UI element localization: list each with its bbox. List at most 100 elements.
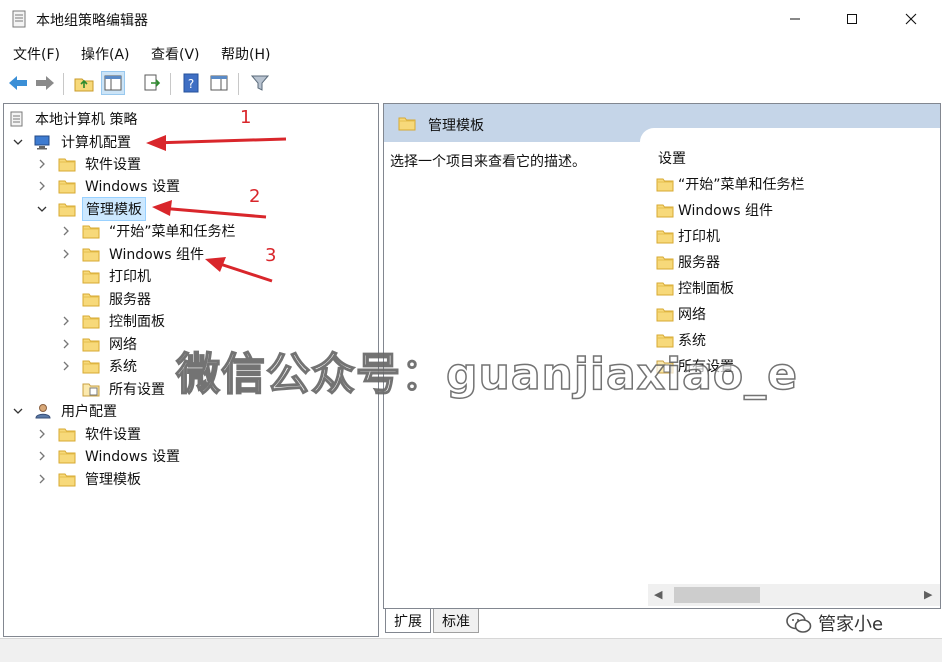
policy-document-icon — [12, 10, 26, 28]
tree-control-panel[interactable]: 控制面板 — [60, 310, 168, 332]
tree-network[interactable]: 网络 — [60, 333, 140, 355]
tree-windows-settings[interactable]: Windows 设置 — [36, 175, 183, 197]
filter-button[interactable] — [248, 71, 272, 95]
tree-root-label: 本地计算机 策略 — [35, 112, 138, 128]
folder-icon — [82, 313, 100, 329]
folder-icon — [656, 202, 674, 218]
close-icon — [905, 13, 917, 25]
show-hide-tree-icon — [104, 75, 122, 91]
export-list-icon — [144, 74, 161, 91]
chevron-down-icon[interactable] — [12, 136, 24, 148]
tree-label: “开始”菜单和任务栏 — [109, 224, 236, 240]
folder-icon — [656, 228, 674, 244]
folder-icon — [82, 246, 100, 262]
chevron-down-icon[interactable] — [12, 405, 24, 417]
horizontal-scrollbar[interactable]: ◀ ▶ — [648, 584, 940, 606]
tree-admin-templates[interactable]: 管理模板 — [36, 197, 146, 221]
list-item[interactable]: 网络 — [656, 303, 706, 325]
tree-label: 打印机 — [109, 269, 151, 285]
minimize-button[interactable] — [772, 0, 818, 38]
chevron-right-icon[interactable] — [60, 225, 72, 237]
tree-label: 软件设置 — [85, 427, 141, 443]
folder-icon — [58, 448, 76, 464]
tree-computer-config[interactable]: 计算机配置 — [12, 131, 134, 153]
chevron-right-icon[interactable] — [60, 338, 72, 350]
tree-windows-components[interactable]: Windows 组件 — [60, 243, 207, 265]
scroll-right-icon[interactable]: ▶ — [924, 588, 932, 601]
minimize-icon — [790, 18, 800, 20]
list-item-label: “开始”菜单和任务栏 — [678, 177, 805, 193]
tree-user-admin-templates[interactable]: 管理模板 — [36, 468, 144, 490]
list-item[interactable]: “开始”菜单和任务栏 — [656, 173, 805, 195]
list-item-label: 打印机 — [678, 229, 720, 245]
tree-label: Windows 组件 — [109, 247, 204, 263]
menu-view[interactable]: 查看(V) — [151, 44, 200, 64]
tree-label: 网络 — [109, 337, 137, 353]
tree-start-menu[interactable]: “开始”菜单和任务栏 — [60, 220, 239, 242]
annotation-number: 1 — [240, 107, 252, 128]
watermark-text: 微信公众号：guanjiaxiao_e — [175, 348, 798, 401]
folder-icon — [58, 471, 76, 487]
scroll-thumb[interactable] — [674, 587, 760, 603]
chevron-right-icon[interactable] — [36, 180, 48, 192]
tree-server[interactable]: 服务器 — [82, 288, 154, 310]
folder-icon — [656, 254, 674, 270]
up-level-button[interactable] — [72, 71, 96, 95]
tab-extended[interactable]: 扩展 — [385, 609, 431, 633]
description-text: 选择一个项目来查看它的描述。 — [390, 154, 586, 170]
properties-button[interactable] — [207, 71, 231, 95]
maximize-button[interactable] — [829, 0, 875, 38]
folder-icon — [398, 115, 416, 131]
tree-system[interactable]: 系统 — [60, 355, 140, 377]
chevron-right-icon[interactable] — [36, 450, 48, 462]
tree-printers[interactable]: 打印机 — [82, 265, 154, 287]
maximize-icon — [847, 14, 857, 24]
folder-icon — [58, 178, 76, 194]
list-item-label: 控制面板 — [678, 281, 734, 297]
list-item[interactable]: 服务器 — [656, 251, 720, 273]
toolbar: ? — [0, 67, 942, 101]
tree-user-config[interactable]: 用户配置 — [12, 400, 120, 422]
tab-standard-label: 标准 — [442, 613, 470, 630]
chevron-right-icon[interactable] — [60, 315, 72, 327]
column-header-setting[interactable]: 设置 — [658, 148, 686, 168]
tree-label: 用户配置 — [61, 404, 117, 420]
details-title: 管理模板 — [428, 118, 484, 134]
list-item[interactable]: Windows 组件 — [656, 199, 773, 221]
tree-user-software-settings[interactable]: 软件设置 — [36, 423, 144, 445]
close-button[interactable] — [888, 0, 934, 38]
brand-name: 管家小e — [818, 614, 884, 635]
tree-software-settings[interactable]: 软件设置 — [36, 153, 144, 175]
status-bar — [0, 638, 942, 662]
export-list-button[interactable] — [140, 71, 164, 95]
folder-icon — [82, 358, 100, 374]
menu-action[interactable]: 操作(A) — [81, 44, 130, 64]
tab-standard[interactable]: 标准 — [433, 609, 479, 633]
chevron-right-icon[interactable] — [60, 248, 72, 260]
svg-text:?: ? — [188, 77, 194, 91]
list-item[interactable]: 控制面板 — [656, 277, 734, 299]
list-item-label: Windows 组件 — [678, 203, 773, 219]
back-button[interactable] — [6, 71, 30, 95]
help-button[interactable]: ? — [179, 71, 203, 95]
menu-bar: 文件(F) 操作(A) 查看(V) 帮助(H) — [0, 40, 942, 66]
menu-help[interactable]: 帮助(H) — [221, 44, 270, 64]
chevron-right-icon[interactable] — [36, 473, 48, 485]
chevron-down-icon[interactable] — [36, 203, 48, 215]
list-item[interactable]: 打印机 — [656, 225, 720, 247]
tree-user-windows-settings[interactable]: Windows 设置 — [36, 445, 183, 467]
tree-all-settings[interactable]: 所有设置 — [82, 378, 168, 400]
forward-button[interactable] — [33, 71, 57, 95]
show-hide-tree-button[interactable] — [101, 71, 125, 95]
annotation-number: 3 — [265, 245, 277, 266]
computer-icon — [34, 135, 50, 150]
chevron-right-icon[interactable] — [60, 360, 72, 372]
chevron-right-icon[interactable] — [36, 428, 48, 440]
tree-label: 计算机配置 — [61, 135, 131, 151]
folder-icon — [82, 336, 100, 352]
menu-file[interactable]: 文件(F) — [13, 44, 60, 64]
folder-icon — [58, 426, 76, 442]
scroll-left-icon[interactable]: ◀ — [654, 588, 662, 601]
chevron-right-icon[interactable] — [36, 158, 48, 170]
tree-root[interactable]: 本地计算机 策略 — [8, 108, 140, 130]
